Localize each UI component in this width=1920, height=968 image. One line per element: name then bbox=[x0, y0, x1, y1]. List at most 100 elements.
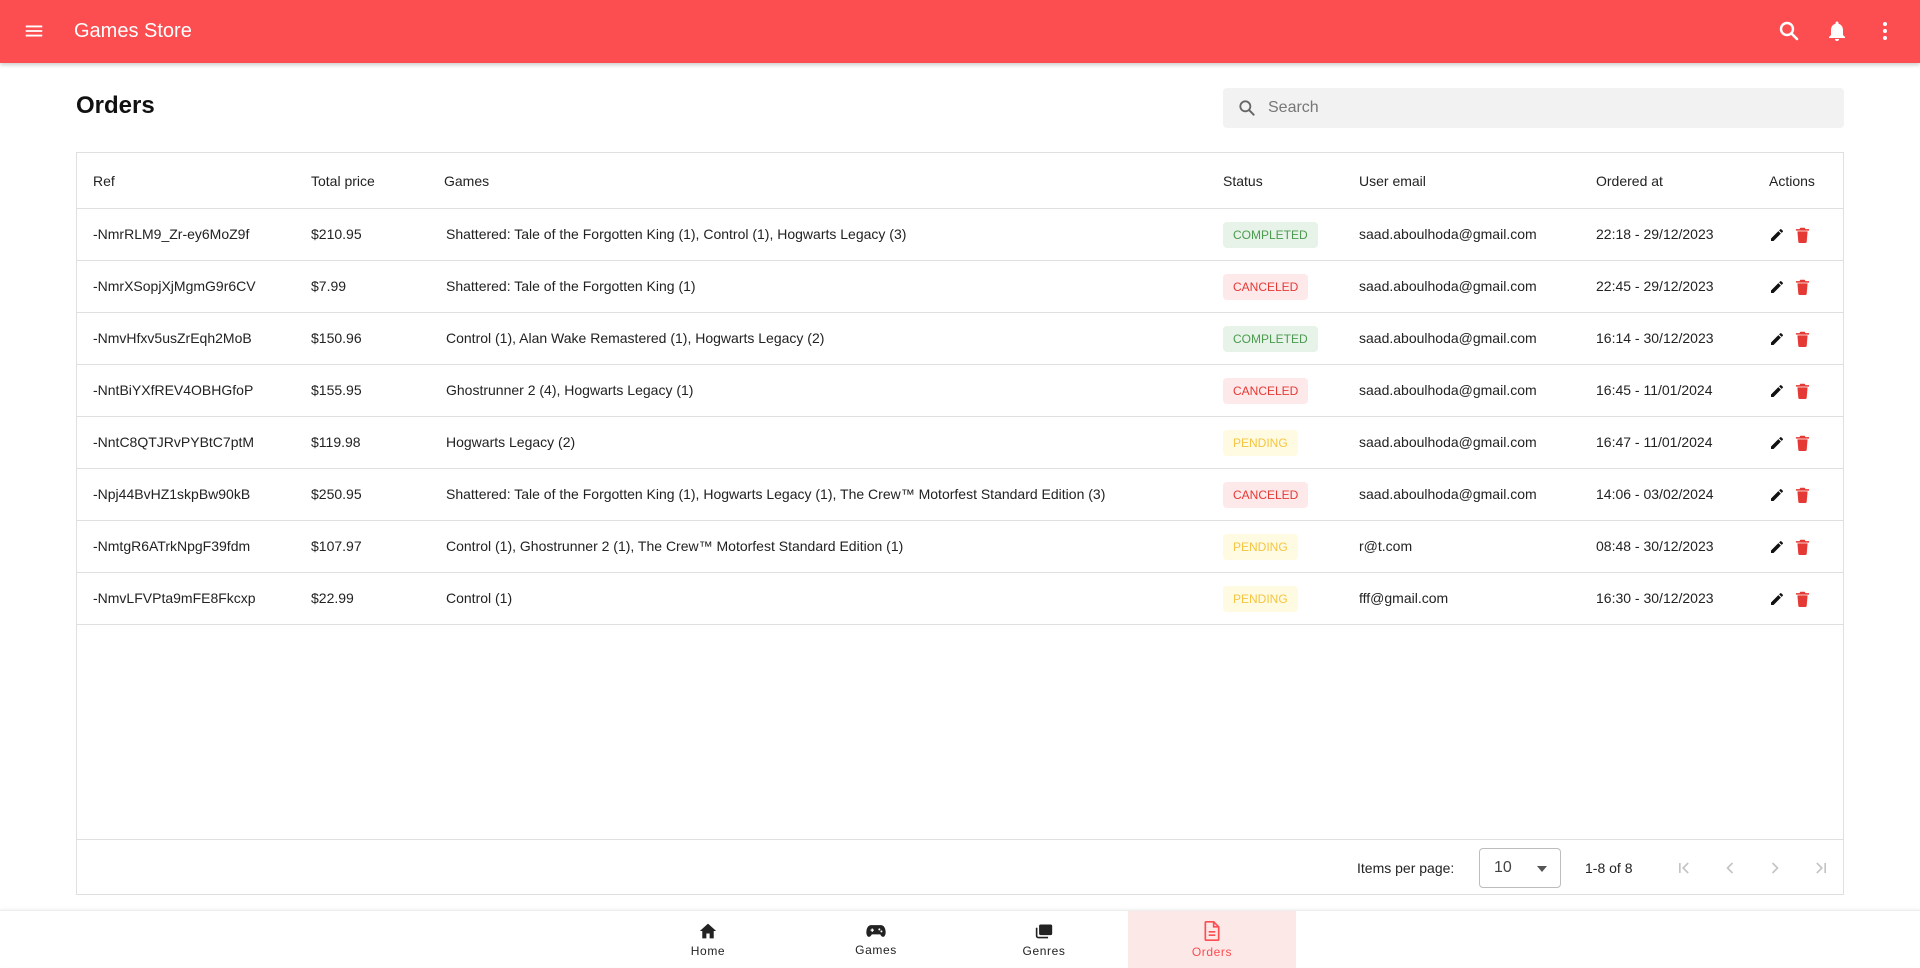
orders-table: Ref Total price Games Status User email … bbox=[76, 152, 1844, 895]
items-per-page-select[interactable]: 10 bbox=[1479, 848, 1561, 888]
edit-button[interactable] bbox=[1767, 277, 1787, 297]
delete-icon bbox=[1795, 227, 1810, 243]
user-email: r@t.com bbox=[1359, 538, 1413, 554]
ordered-at: 22:45 - 29/12/2023 bbox=[1596, 278, 1714, 294]
delete-button[interactable] bbox=[1792, 485, 1812, 505]
pagination-range-label: 1-8 of 8 bbox=[1585, 860, 1633, 876]
order-ref: -NntBiYXfREV4OBHGfoP bbox=[93, 382, 254, 398]
menu-button[interactable] bbox=[18, 15, 50, 47]
chevron-right-icon bbox=[1771, 862, 1779, 874]
nav-item-home[interactable]: Home bbox=[624, 911, 792, 968]
ordered-at: 16:14 - 30/12/2023 bbox=[1596, 330, 1714, 346]
edit-button[interactable] bbox=[1767, 381, 1787, 401]
edit-button[interactable] bbox=[1767, 433, 1787, 453]
last-page-button[interactable] bbox=[1809, 856, 1833, 880]
orders-icon bbox=[1204, 920, 1220, 941]
column-header-actions: Actions bbox=[1769, 173, 1815, 189]
status-badge: COMPLETED bbox=[1223, 222, 1318, 248]
delete-button[interactable] bbox=[1792, 329, 1812, 349]
ordered-at: 16:30 - 30/12/2023 bbox=[1596, 590, 1714, 606]
table-row: -NmrXSopjXjMgmG9r6CV $7.99 Shattered: Tale… bbox=[77, 261, 1843, 313]
order-games: Control (1) bbox=[446, 590, 513, 606]
user-email: saad.aboulhoda@gmail.com bbox=[1359, 278, 1537, 294]
edit-icon bbox=[1769, 331, 1785, 347]
next-page-button[interactable] bbox=[1763, 856, 1787, 880]
nav-item-genres[interactable]: Genres bbox=[960, 911, 1128, 968]
edit-icon bbox=[1769, 591, 1785, 607]
column-header-total-price[interactable]: Total price bbox=[311, 173, 375, 189]
order-ref: -NmrXSopjXjMgmG9r6CV bbox=[93, 278, 256, 294]
app-title: Games Store bbox=[74, 20, 192, 42]
column-header-status[interactable]: Status bbox=[1223, 173, 1263, 189]
search-icon bbox=[1236, 97, 1258, 119]
order-total-price: $7.99 bbox=[311, 278, 347, 294]
column-header-ordered-at[interactable]: Ordered at bbox=[1596, 173, 1663, 189]
nav-item-games[interactable]: Games bbox=[792, 911, 960, 968]
delete-icon bbox=[1795, 435, 1810, 451]
status-badge: CANCELED bbox=[1223, 274, 1309, 300]
delete-icon bbox=[1795, 487, 1810, 503]
first-page-icon bbox=[1679, 862, 1689, 874]
user-email: saad.aboulhoda@gmail.com bbox=[1359, 226, 1537, 242]
previous-page-button[interactable] bbox=[1718, 856, 1742, 880]
column-header-ref[interactable]: Ref bbox=[93, 173, 115, 189]
search-field bbox=[1223, 88, 1844, 128]
more-vert-icon bbox=[1883, 22, 1887, 40]
table-row: -NmrRLM9_Zr-ey6MoZ9f $210.95 Shattered: Ta… bbox=[77, 209, 1843, 261]
nav-item-orders[interactable]: Orders bbox=[1128, 911, 1296, 968]
more-options-button[interactable] bbox=[1869, 15, 1901, 47]
delete-button[interactable] bbox=[1792, 589, 1812, 609]
search-input[interactable] bbox=[1268, 99, 1828, 117]
edit-icon bbox=[1769, 435, 1785, 451]
table-row: -NntBiYXfREV4OBHGfoP $155.95 Ghostrunner 2… bbox=[77, 365, 1843, 417]
top-app-bar: Games Store bbox=[0, 0, 1920, 63]
delete-button[interactable] bbox=[1792, 537, 1812, 557]
order-total-price: $150.96 bbox=[311, 330, 362, 346]
delete-icon bbox=[1795, 331, 1810, 347]
edit-icon bbox=[1769, 487, 1785, 503]
order-ref: -NmrRLM9_Zr-ey6MoZ9f bbox=[93, 226, 250, 242]
delete-button[interactable] bbox=[1792, 433, 1812, 453]
first-page-button[interactable] bbox=[1672, 856, 1696, 880]
genres-icon bbox=[1035, 923, 1053, 938]
user-email: saad.aboulhoda@gmail.com bbox=[1359, 434, 1537, 450]
order-games: Shattered: Tale of the Forgotten King (1… bbox=[446, 226, 907, 242]
edit-button[interactable] bbox=[1767, 225, 1787, 245]
notifications-button[interactable] bbox=[1821, 15, 1853, 47]
last-page-icon bbox=[1816, 862, 1826, 874]
order-games: Hogwarts Legacy (2) bbox=[446, 434, 576, 450]
order-ref: -NmvLFVPta9mFE8Fkcxp bbox=[93, 590, 256, 606]
order-games: Shattered: Tale of the Forgotten King (1… bbox=[446, 278, 696, 294]
nav-label-genres: Genres bbox=[1022, 943, 1066, 958]
delete-icon bbox=[1795, 591, 1810, 607]
ordered-at: 14:06 - 03/02/2024 bbox=[1596, 486, 1714, 502]
page-title: Orders bbox=[76, 92, 155, 119]
bottom-navigation: Home Games Genres Orders bbox=[0, 910, 1920, 968]
delete-button[interactable] bbox=[1792, 225, 1812, 245]
ordered-at: 16:47 - 11/01/2024 bbox=[1596, 434, 1713, 450]
order-games: Shattered: Tale of the Forgotten King (1… bbox=[446, 486, 1106, 502]
delete-button[interactable] bbox=[1792, 277, 1812, 297]
edit-button[interactable] bbox=[1767, 537, 1787, 557]
column-header-user-email[interactable]: User email bbox=[1359, 173, 1426, 189]
search-icon bbox=[1779, 21, 1799, 41]
edit-button[interactable] bbox=[1767, 589, 1787, 609]
ordered-at: 22:18 - 29/12/2023 bbox=[1596, 226, 1714, 242]
user-email: fff@gmail.com bbox=[1359, 590, 1449, 606]
edit-button[interactable] bbox=[1767, 485, 1787, 505]
delete-icon bbox=[1795, 383, 1810, 399]
column-header-games[interactable]: Games bbox=[444, 173, 489, 189]
delete-button[interactable] bbox=[1792, 381, 1812, 401]
status-badge: PENDING bbox=[1223, 430, 1298, 456]
search-button[interactable] bbox=[1773, 15, 1805, 47]
order-games: Control (1), Ghostrunner 2 (1), The Crew… bbox=[446, 538, 904, 554]
order-ref: -NntC8QTJRvPYBtC7ptM bbox=[93, 434, 255, 450]
order-ref: -NmvHfxv5usZrEqh2MoB bbox=[93, 330, 252, 346]
edit-icon bbox=[1769, 279, 1785, 295]
nav-label-orders: Orders bbox=[1191, 944, 1233, 959]
order-ref: -Npj44BvHZ1skpBw90kB bbox=[93, 486, 251, 502]
status-badge: PENDING bbox=[1223, 534, 1298, 560]
edit-button[interactable] bbox=[1767, 329, 1787, 349]
order-total-price: $22.99 bbox=[311, 590, 354, 606]
user-email: saad.aboulhoda@gmail.com bbox=[1359, 382, 1537, 398]
